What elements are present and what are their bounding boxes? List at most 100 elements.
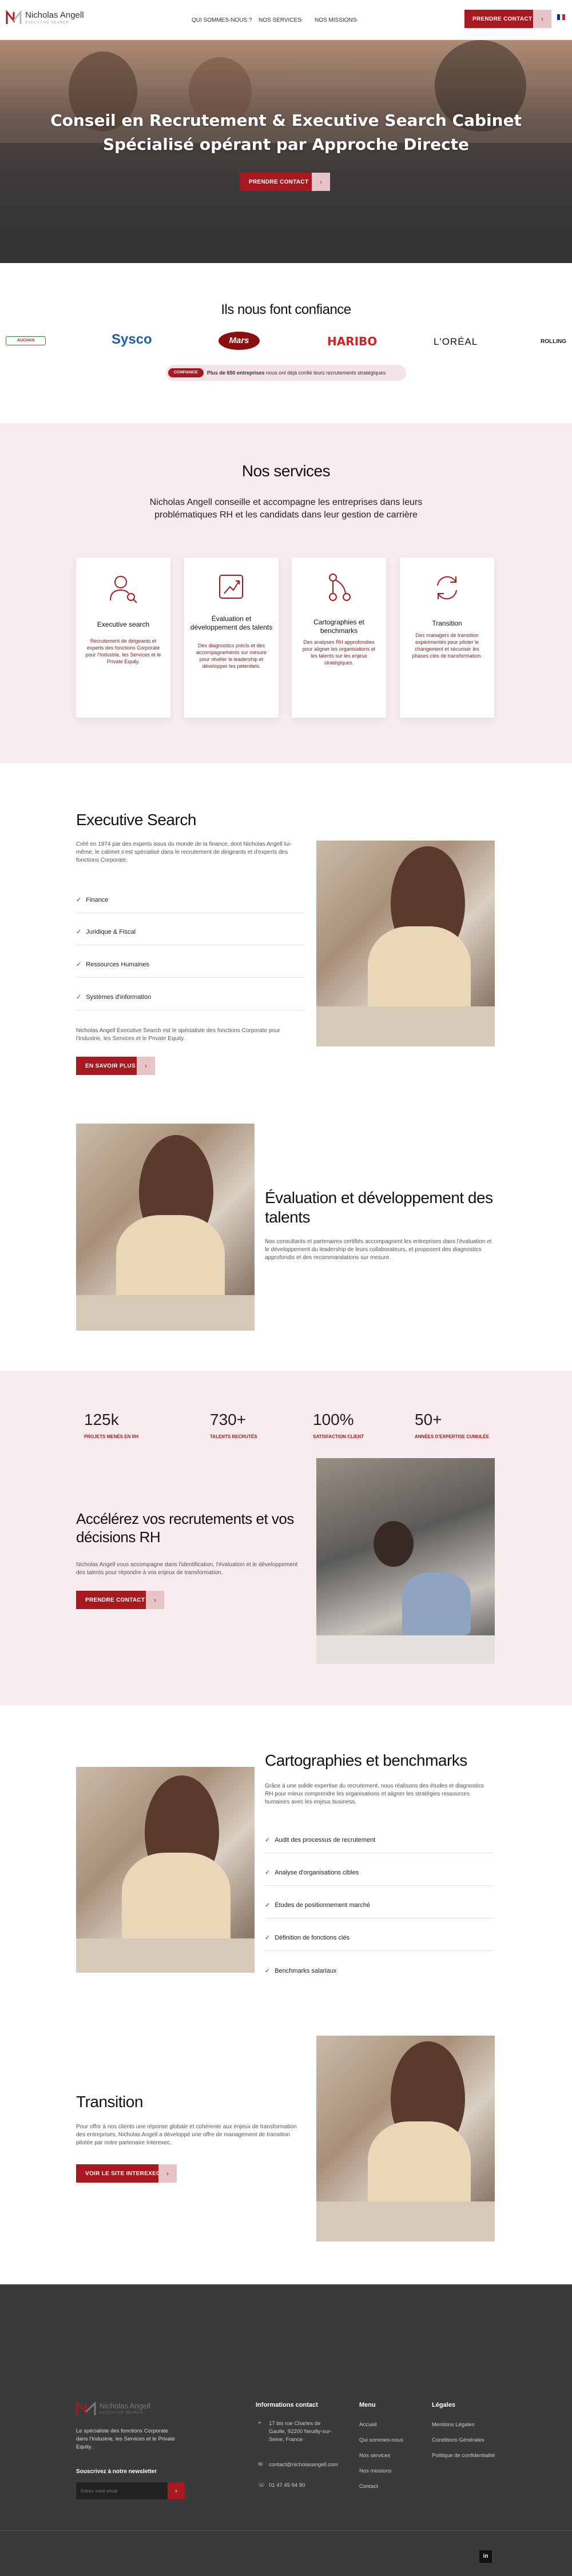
footer-legal-title: Légales bbox=[432, 2402, 455, 2408]
trust-note-bold: Plus de 650 entreprises bbox=[207, 370, 265, 376]
carto-item: Études de positionnement marché bbox=[265, 1901, 370, 1909]
client-logo-haribo: HARIBO bbox=[327, 335, 378, 348]
transition-photo bbox=[316, 2036, 495, 2241]
brand-logo-icon[interactable] bbox=[6, 9, 22, 25]
nav-missions[interactable]: NOS MISSIONS bbox=[315, 17, 356, 23]
trust-title: Ils nous font confiance bbox=[221, 302, 351, 317]
chevron-down-icon: ⌄ bbox=[300, 17, 304, 22]
service-card-title: Executive search bbox=[97, 620, 150, 628]
hero-title: Conseil en Recrutement & Executive Searc… bbox=[50, 111, 522, 154]
carto-item: Analyse d'organisations cibles bbox=[265, 1869, 359, 1876]
service-card-executive-search[interactable]: Executive search Recrutement de dirigean… bbox=[76, 558, 170, 718]
arrow-right-icon[interactable]: › bbox=[312, 173, 330, 191]
talents-text: Nos consultants et partenaires certifiés… bbox=[265, 1239, 492, 1261]
exec-item: Systèmes d'information bbox=[76, 993, 151, 1001]
phone-icon: ☏ bbox=[258, 2482, 265, 2489]
brand-name[interactable]: Nicholas Angell bbox=[25, 10, 84, 20]
exec-intro: Créé en 1974 par des experts issus du mo… bbox=[76, 841, 292, 863]
talents-title: Évaluation et développement des talents bbox=[265, 1189, 493, 1226]
stat-value: 50+ bbox=[415, 1411, 442, 1428]
chevron-down-icon: ⌄ bbox=[355, 17, 359, 22]
client-logo-sysco: Sysco bbox=[112, 332, 152, 347]
accelerate-contact-button[interactable]: PRENDRE CONTACT bbox=[76, 1591, 154, 1609]
exec-item: Finance bbox=[76, 896, 108, 903]
service-card-desc: Des managers de transition expérimentés … bbox=[412, 632, 482, 659]
service-card-desc: Recrutement de dirigeants et experts des… bbox=[85, 638, 161, 664]
service-card-transition[interactable]: Transition Des managers de transition ex… bbox=[400, 558, 494, 718]
footer-legal-link[interactable]: Politique de confidentialité bbox=[432, 2452, 495, 2459]
hero-contact-button[interactable]: PRENDRE CONTACT bbox=[240, 173, 318, 191]
service-card-desc: Des analyses RH approfondies pour aligne… bbox=[302, 639, 376, 666]
mail-icon: ✉ bbox=[258, 2462, 263, 2468]
carto-photo bbox=[76, 1767, 255, 1973]
footer-menu-link[interactable]: Nos services bbox=[359, 2452, 390, 2459]
stat-label: SATISFACTION CLIENT bbox=[313, 1434, 364, 1439]
exec-outro: Nicholas Angell Executive Search est le … bbox=[76, 1028, 280, 1042]
footer-contact-title: Informations contact bbox=[256, 2402, 318, 2408]
trust-banner: CONFIANCE Plus de 650 entreprises nous o… bbox=[166, 365, 406, 381]
service-card-title: Évaluation et développement des talents bbox=[190, 615, 273, 631]
stat-value: 730+ bbox=[210, 1411, 247, 1428]
talents-photo bbox=[76, 1124, 255, 1331]
footer-menu-link[interactable]: Accueil bbox=[359, 2422, 377, 2428]
footer-brand: Nicholas Angell bbox=[100, 2402, 150, 2410]
interexec-button[interactable]: VOIR LE SITE INTEREXEC bbox=[76, 2164, 170, 2183]
exec-photo bbox=[316, 841, 495, 1046]
nav-services[interactable]: NOS SERVICES bbox=[259, 17, 301, 23]
arrow-right-icon[interactable]: › bbox=[146, 1591, 164, 1609]
service-card-cartography[interactable]: Cartographies et benchmarks Des analyses… bbox=[292, 558, 386, 718]
stat-label: TALENTS RECRUTÉS bbox=[210, 1434, 257, 1439]
trust-badge: CONFIANCE bbox=[168, 368, 204, 377]
client-logo-rolling: ROLLING bbox=[541, 339, 566, 345]
footer-legal-link[interactable]: Conditions Générales bbox=[432, 2437, 484, 2443]
header-contact-button[interactable]: PRENDRE CONTACT bbox=[464, 10, 541, 28]
carto-item: Audit des processus de recrutement bbox=[265, 1836, 375, 1844]
site-footer: Nicholas Angell EXECUTIVE SEARCH Le spéc… bbox=[0, 2284, 572, 2576]
linkedin-icon[interactable]: in bbox=[479, 2550, 492, 2563]
footer-address: 17 bis rue Charles de Gaulle, 92200 Neui… bbox=[269, 2420, 332, 2443]
footer-logo-icon[interactable] bbox=[76, 2401, 97, 2416]
stat-label: PROJETS MENÉS EN RH bbox=[84, 1434, 139, 1439]
exec-item: Juridique & Fiscal bbox=[76, 928, 136, 935]
service-card-desc: Des diagnostics précis et des accompagne… bbox=[196, 643, 267, 669]
client-logo-loreal: L'ORÉAL bbox=[434, 336, 478, 347]
carto-title: Cartographies et benchmarks bbox=[265, 1751, 467, 1769]
stat-value: 125k bbox=[84, 1411, 119, 1428]
refresh-arrows-icon bbox=[400, 572, 494, 603]
exec-item: Ressources Humaines bbox=[76, 961, 149, 968]
services-subtitle: Nicholas Angell conseille et accompagne … bbox=[149, 497, 423, 520]
carto-item: Définition de fonctions clés bbox=[265, 1934, 349, 1941]
footer-menu-title: Menu bbox=[359, 2402, 376, 2408]
nav-about[interactable]: QUI SOMMES-NOUS ? bbox=[192, 17, 252, 23]
footer-phone[interactable]: 01 47 45 94 80 bbox=[269, 2482, 305, 2489]
newsletter-submit-icon[interactable]: › bbox=[168, 2482, 185, 2499]
transition-title: Transition bbox=[76, 2093, 143, 2111]
newsletter-email-input[interactable] bbox=[76, 2482, 168, 2499]
footer-legal-link[interactable]: Mentions Légales bbox=[432, 2422, 474, 2428]
meeting-photo bbox=[316, 1458, 495, 1664]
hero-section: Conseil en Recrutement & Executive Searc… bbox=[0, 40, 572, 263]
arrow-right-icon[interactable]: › bbox=[158, 2164, 177, 2183]
transition-text: Pour offrir à nos clients une réponse gl… bbox=[76, 2124, 297, 2146]
exec-more-button[interactable]: EN SAVOIR PLUS bbox=[76, 1057, 145, 1075]
footer-menu-link[interactable]: Qui sommes-nous bbox=[359, 2437, 403, 2443]
chart-growth-icon bbox=[184, 572, 279, 603]
location-pin-icon: ⌖ bbox=[258, 2420, 261, 2426]
arrow-right-icon[interactable]: › bbox=[533, 10, 551, 28]
carto-text: Grâce à une solide expertise du recrutem… bbox=[265, 1783, 484, 1805]
service-card-talents[interactable]: Évaluation et développement des talents … bbox=[184, 558, 279, 718]
person-search-icon bbox=[76, 572, 170, 603]
footer-email[interactable]: contact@nicholasangell.com bbox=[269, 2462, 338, 2468]
services-title: Nos services bbox=[241, 462, 331, 480]
arrow-right-icon[interactable]: › bbox=[137, 1057, 155, 1075]
client-logo-mars: Mars bbox=[219, 332, 260, 350]
footer-brand-tagline: EXECUTIVE SEARCH bbox=[100, 2411, 144, 2415]
client-logo-1: AUCHAN bbox=[6, 336, 46, 345]
network-nodes-icon bbox=[292, 572, 386, 603]
flag-fr-icon[interactable] bbox=[557, 14, 566, 20]
accelerate-text: Nicholas Angell vous accompagne dans l'i… bbox=[76, 1562, 298, 1576]
footer-menu-link[interactable]: Contact bbox=[359, 2483, 378, 2490]
stat-label: ANNÉES D'EXPERTISE CUMULÉE bbox=[415, 1434, 489, 1439]
footer-menu-link[interactable]: Nos missions bbox=[359, 2468, 392, 2474]
carto-item: Benchmarks salariaux bbox=[265, 1967, 336, 1974]
